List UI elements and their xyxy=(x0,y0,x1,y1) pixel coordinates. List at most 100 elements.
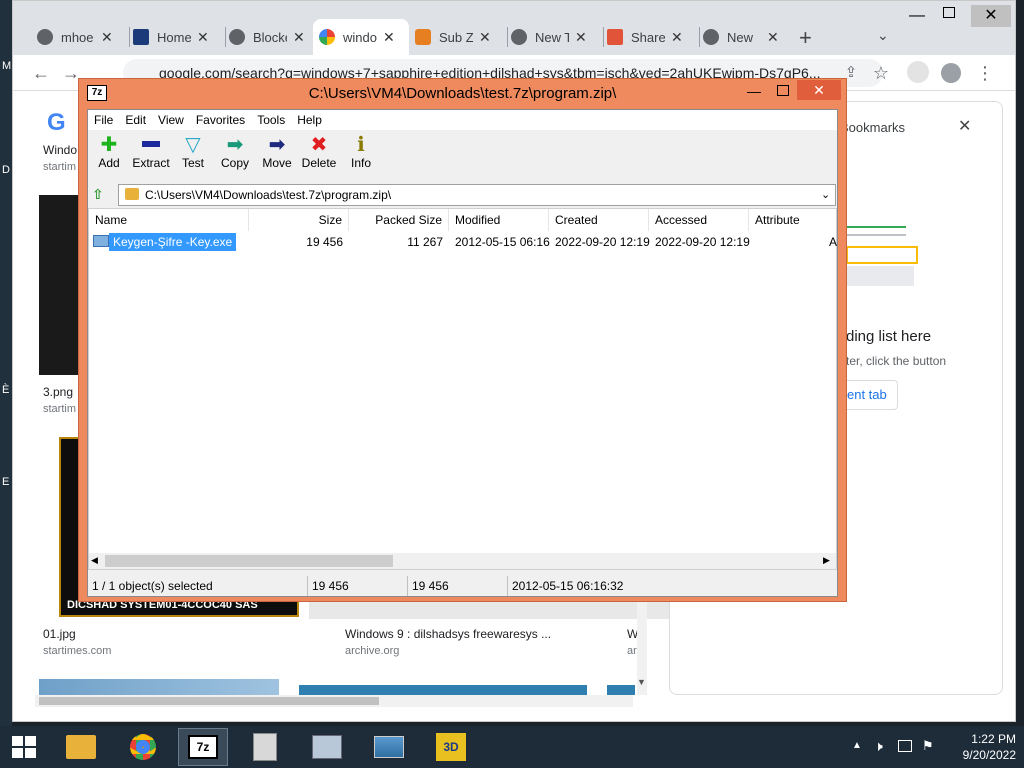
system-clock[interactable]: 1:22 PM 9/20/2022 xyxy=(944,732,1016,762)
tab-search-chevron-icon[interactable]: ⌄ xyxy=(877,27,889,44)
tab-label: Blocke xyxy=(253,29,287,45)
scroll-right-icon[interactable]: ▶ xyxy=(823,555,830,566)
menu-view[interactable]: View xyxy=(152,113,190,127)
close-button[interactable]: ✕ xyxy=(797,80,841,100)
taskbar-image-viewer[interactable] xyxy=(364,728,414,766)
tab-label: Share xyxy=(631,29,665,45)
tab-strip: mhoe ✕ Home ✕ Blocke ✕ windo ✕ Sub Z ✕ N xyxy=(13,1,1015,55)
bookmark-star-icon[interactable]: ☆ xyxy=(869,61,893,85)
status-bar: 1 / 1 object(s) selected 19 456 19 456 2… xyxy=(88,576,837,596)
maximize-button[interactable] xyxy=(943,7,955,18)
result-image[interactable] xyxy=(309,601,717,619)
result-image[interactable] xyxy=(39,679,279,695)
column-header-name[interactable]: Name xyxy=(89,209,249,231)
close-icon[interactable]: ✕ xyxy=(575,29,587,46)
show-hidden-icons-chevron-icon[interactable]: ▲ xyxy=(852,740,862,751)
new-tab-button[interactable]: + xyxy=(799,25,812,51)
column-header-created[interactable]: Created xyxy=(549,209,649,231)
minimize-button[interactable]: — xyxy=(747,83,761,99)
info-button[interactable]: ℹ Info xyxy=(340,132,382,180)
close-panel-icon[interactable]: ✕ xyxy=(958,116,971,136)
column-header-size[interactable]: Size xyxy=(249,209,349,231)
column-header-attributes[interactable]: Attribute xyxy=(749,209,836,231)
maximize-button[interactable] xyxy=(777,85,789,96)
tab-5[interactable]: Sub Z ✕ xyxy=(409,19,505,55)
tab-4-active[interactable]: windo ✕ xyxy=(313,19,409,55)
scrollbar-thumb[interactable] xyxy=(105,555,393,567)
tool-label: Move xyxy=(262,156,292,170)
chrome-icon xyxy=(511,29,527,45)
network-icon[interactable] xyxy=(898,740,912,752)
taskbar-file-explorer[interactable] xyxy=(56,728,106,766)
profile-avatar[interactable] xyxy=(941,63,961,83)
close-icon[interactable]: ✕ xyxy=(383,29,395,46)
volume-muted-icon[interactable]: 🕨 xyxy=(874,738,883,755)
menu-kebab-icon[interactable]: ⋮ xyxy=(973,61,997,85)
table-row-name[interactable]: Keygen-Şifre -Key.exe xyxy=(109,233,237,251)
chevron-down-icon[interactable]: ⌄ xyxy=(821,185,830,205)
close-icon[interactable]: ✕ xyxy=(479,29,491,46)
tab-6[interactable]: New T ✕ xyxy=(505,19,601,55)
tab-1[interactable]: mhoe ✕ xyxy=(31,19,127,55)
delete-button[interactable]: ✖ Delete xyxy=(298,132,340,180)
desktop-icon-label: D xyxy=(2,164,10,176)
7zip-icon: 7z xyxy=(188,735,218,759)
menu-favorites[interactable]: Favorites xyxy=(190,113,251,127)
tab-7[interactable]: Share ✕ xyxy=(601,19,697,55)
side-panel-icon[interactable] xyxy=(907,61,929,83)
copy-button[interactable]: ➡ Copy xyxy=(214,132,256,180)
back-button[interactable]: ← xyxy=(29,61,53,85)
globe-icon xyxy=(37,29,53,45)
minimize-button[interactable]: — xyxy=(909,7,925,25)
close-icon[interactable]: ✕ xyxy=(671,29,683,46)
result-image[interactable] xyxy=(607,685,635,695)
action-center-flag-icon[interactable]: ⚑ xyxy=(922,738,934,754)
extract-button[interactable]: Extract xyxy=(130,132,172,180)
menu-tools[interactable]: Tools xyxy=(251,113,291,127)
result-source: archive.org xyxy=(345,645,400,657)
column-header-packed-size[interactable]: Packed Size xyxy=(349,209,449,231)
result-caption[interactable]: 3.png xyxy=(43,385,73,399)
menu-edit[interactable]: Edit xyxy=(119,113,152,127)
close-icon[interactable]: ✕ xyxy=(767,29,779,46)
tab-label: New T xyxy=(535,29,569,45)
result-caption[interactable]: Windows 9 : dilshadsys freewaresys ... xyxy=(345,627,551,641)
close-icon[interactable]: ✕ xyxy=(101,29,113,46)
path-bar[interactable]: C:\Users\VM4\Downloads\test.7z\program.z… xyxy=(118,184,836,206)
7zip-client: File Edit View Favorites Tools Help ✚ Ad… xyxy=(87,109,838,597)
tab-2[interactable]: Home ✕ xyxy=(127,19,223,55)
result-caption[interactable]: Windo xyxy=(43,143,77,157)
result-source: startim xyxy=(43,161,76,173)
status-selected: 1 / 1 object(s) selected xyxy=(88,576,308,596)
tab-label: mhoe xyxy=(61,29,94,45)
column-header-accessed[interactable]: Accessed xyxy=(649,209,749,231)
menu-help[interactable]: Help xyxy=(291,113,328,127)
scroll-down-icon[interactable]: ▼ xyxy=(637,677,646,687)
taskbar-chrome[interactable] xyxy=(118,728,168,766)
result-caption[interactable]: 01.jpg xyxy=(43,627,76,641)
close-icon[interactable]: ✕ xyxy=(293,29,305,46)
7zip-titlebar[interactable]: 7z C:\Users\VM4\Downloads\test.7z\progra… xyxy=(79,79,846,107)
page-horizontal-scrollbar[interactable] xyxy=(35,695,633,707)
column-header-modified[interactable]: Modified xyxy=(449,209,549,231)
taskbar-archive[interactable] xyxy=(240,728,290,766)
tab-3[interactable]: Blocke ✕ xyxy=(223,19,319,55)
horizontal-scrollbar[interactable]: ◀ ▶ xyxy=(89,553,836,569)
move-button[interactable]: ➡ Move xyxy=(256,132,298,180)
taskbar-7zip[interactable]: 7z xyxy=(178,728,228,766)
add-button[interactable]: ✚ Add xyxy=(88,132,130,180)
taskbar-monitor[interactable] xyxy=(302,728,352,766)
close-button[interactable]: ✕ xyxy=(971,5,1011,27)
up-folder-icon[interactable]: ⇧ xyxy=(92,186,110,204)
scroll-left-icon[interactable]: ◀ xyxy=(91,555,98,566)
subtitle-site-icon xyxy=(415,29,431,45)
tab-8[interactable]: New ✕ xyxy=(697,19,793,55)
menu-file[interactable]: File xyxy=(88,113,119,127)
start-button[interactable] xyxy=(10,734,38,760)
test-button[interactable]: ▽ Test xyxy=(172,132,214,180)
scrollbar-thumb[interactable] xyxy=(39,697,379,705)
windows-logo-icon xyxy=(12,736,36,758)
close-icon[interactable]: ✕ xyxy=(197,29,209,46)
result-image[interactable] xyxy=(299,685,587,695)
taskbar-3d-app[interactable]: 3D xyxy=(426,728,476,766)
